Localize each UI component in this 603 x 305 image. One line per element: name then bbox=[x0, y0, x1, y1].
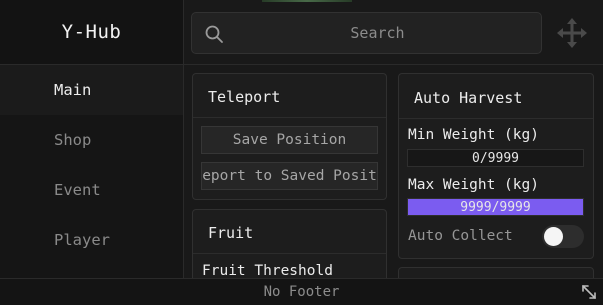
sidebar-item-shop[interactable]: Shop bbox=[0, 115, 183, 165]
max-weight-slider[interactable]: 9999/9999 bbox=[407, 198, 584, 216]
teleport-title: Teleport bbox=[208, 88, 281, 106]
save-position-button[interactable]: Save Position bbox=[201, 126, 378, 154]
teleport-panel: Teleport Save Position Teleport to Saved… bbox=[192, 73, 387, 200]
min-weight-value: 0/9999 bbox=[472, 150, 519, 166]
panel-divider bbox=[193, 117, 386, 118]
sidebar-item-main[interactable]: Main bbox=[0, 65, 183, 115]
toggle-knob bbox=[544, 227, 563, 246]
min-weight-slider[interactable]: 0/9999 bbox=[407, 149, 584, 167]
app-title: Y-Hub bbox=[61, 21, 122, 43]
sidebar-item-player[interactable]: Player bbox=[0, 215, 183, 265]
footer-text: No Footer bbox=[263, 284, 340, 300]
panel-divider bbox=[193, 253, 386, 254]
footer: No Footer bbox=[0, 278, 603, 305]
auto-collect-toggle[interactable] bbox=[542, 225, 584, 248]
min-weight-label: Min Weight (kg) bbox=[408, 127, 539, 143]
fruit-panel: Fruit Fruit Threshold bbox=[192, 209, 387, 284]
max-weight-label: Max Weight (kg) bbox=[408, 177, 539, 193]
move-icon[interactable] bbox=[556, 17, 588, 49]
top-accent-line bbox=[262, 0, 352, 2]
resize-icon[interactable] bbox=[581, 284, 597, 300]
auto-harvest-title: Auto Harvest bbox=[414, 89, 523, 107]
teleport-saved-position-button[interactable]: Teleport to Saved Position bbox=[201, 162, 378, 190]
auto-collect-label: Auto Collect bbox=[408, 228, 513, 244]
search-input[interactable] bbox=[192, 13, 541, 53]
sidebar-item-event[interactable]: Event bbox=[0, 165, 183, 215]
max-weight-value: 9999/9999 bbox=[460, 199, 531, 215]
sidebar: Main Shop Event Player bbox=[0, 65, 183, 278]
fruit-threshold-label: Fruit Threshold bbox=[202, 263, 333, 279]
title-area: Y-Hub bbox=[0, 0, 183, 64]
search-icon bbox=[205, 25, 223, 43]
vertical-divider bbox=[183, 0, 184, 278]
panel-divider bbox=[399, 118, 593, 119]
fruit-title: Fruit bbox=[208, 224, 254, 242]
app-window: Y-Hub Main Shop Event Player Teleport Sa… bbox=[0, 0, 603, 305]
auto-harvest-panel: Auto Harvest Min Weight (kg) 0/9999 Max … bbox=[398, 73, 594, 259]
search-bar[interactable] bbox=[191, 12, 542, 54]
